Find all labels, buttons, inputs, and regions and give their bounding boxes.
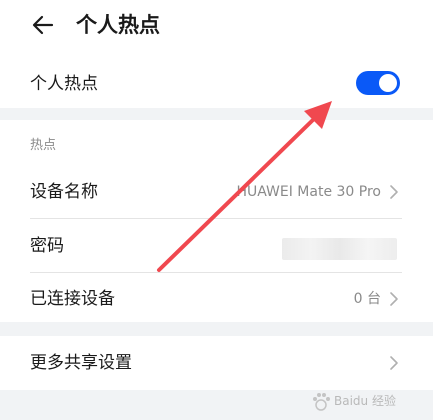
app-header: 个人热点 (0, 0, 433, 52)
more-sharing-row[interactable]: 更多共享设置 (0, 336, 433, 390)
connected-devices-row[interactable]: 已连接设备 0 台 (0, 273, 433, 323)
device-name-value: HUAWEI Mate 30 Pro (236, 184, 381, 200)
section-title-hotspot: 热点 (30, 138, 57, 153)
baidu-jingyan-watermark: Baidu 经验 (308, 388, 420, 416)
page-title: 个人热点 (76, 13, 160, 37)
watermark-text: Baidu 经验 (334, 394, 396, 408)
back-arrow-icon[interactable] (28, 10, 58, 40)
paw-logo-icon (313, 393, 330, 411)
password-masked-value (282, 238, 397, 260)
more-sharing-label: 更多共享设置 (30, 353, 132, 373)
connected-devices-label: 已连接设备 (30, 289, 115, 309)
hotspot-switch[interactable] (356, 71, 400, 95)
chevron-right-icon (390, 185, 398, 199)
hotspot-toggle-label: 个人热点 (30, 74, 98, 94)
connected-devices-count: 0 台 (353, 291, 381, 307)
device-name-label: 设备名称 (30, 182, 98, 202)
device-name-row[interactable]: 设备名称 HUAWEI Mate 30 Pro (0, 165, 433, 219)
password-label: 密码 (30, 236, 64, 256)
chevron-right-icon (390, 292, 398, 306)
switch-knob (379, 74, 397, 92)
chevron-right-icon (390, 356, 398, 370)
